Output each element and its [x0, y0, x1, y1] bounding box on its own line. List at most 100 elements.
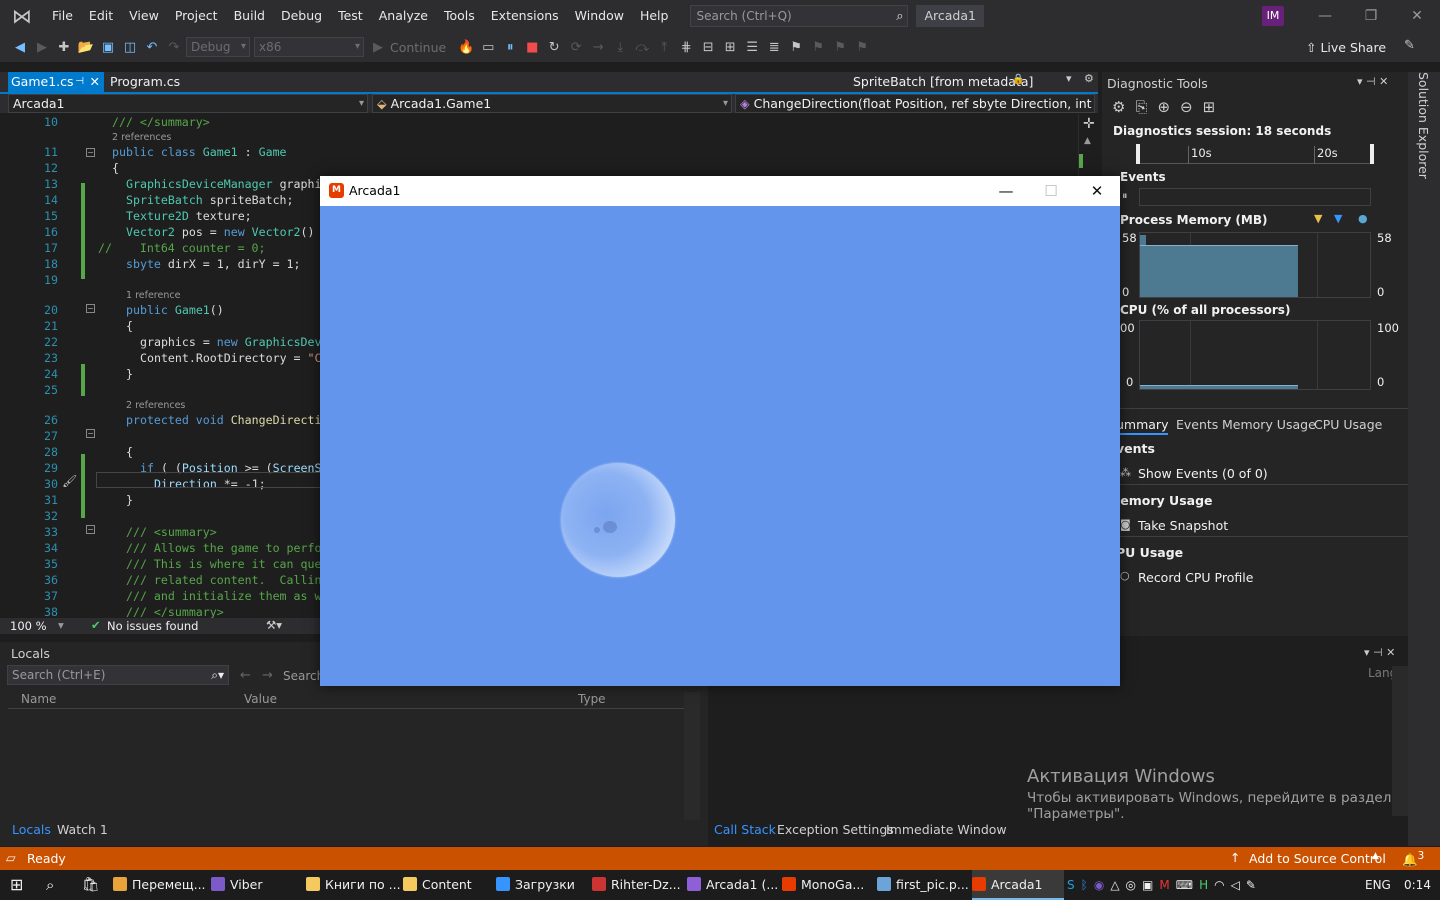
locals-search-input[interactable]: Search (Ctrl+E) ⌕▾ [7, 665, 229, 685]
export-icon[interactable]: ⎘ [1135, 98, 1157, 116]
clock[interactable]: 0:14 [1404, 870, 1431, 900]
zoom-out-icon[interactable]: ⊖ [1180, 98, 1203, 116]
taskbar-item[interactable]: Перемещ... [113, 870, 206, 900]
hot-reload-icon[interactable]: 🔥 [456, 40, 476, 55]
search-icon[interactable]: ⌕ [46, 870, 54, 900]
back-icon[interactable]: ◀ [10, 40, 30, 55]
pen-icon[interactable]: ✎ [1246, 878, 1262, 892]
taskbar-item[interactable]: MonoGa... [782, 870, 874, 900]
pause-icon[interactable]: ⏸ [1122, 189, 1128, 203]
bluetooth-icon[interactable]: ᛒ [1081, 878, 1094, 892]
screen-icon[interactable]: ▭ [478, 40, 498, 55]
tab-program[interactable]: Program.cs [110, 72, 180, 92]
tab-exception-settings[interactable]: Exception Settings [777, 822, 894, 837]
continue-button[interactable]: Continue [390, 40, 446, 55]
show-events-link[interactable]: Show Events (0 of 0) [1138, 466, 1268, 481]
menu-tools[interactable]: Tools [436, 0, 483, 32]
tab-spritebatch-metadata[interactable]: SpriteBatch [from metadata] [853, 72, 1034, 92]
taskbar-item[interactable]: Viber [211, 870, 303, 900]
fold-icon[interactable]: − [86, 148, 95, 157]
taskbar-item[interactable]: Rihter-Dz... [592, 870, 684, 900]
prev-bookmark-icon[interactable]: ⚑ [808, 40, 828, 55]
locals-scrollbar[interactable] [684, 692, 700, 820]
menu-test[interactable]: Test [330, 0, 371, 32]
menu-file[interactable]: File [44, 0, 81, 32]
member-dropdown[interactable]: ◈ ChangeDirection(float Position, ref sb… [735, 94, 1095, 113]
dropdown-icon[interactable]: ▲ [1372, 851, 1379, 861]
cleanup-icon[interactable]: ⚒▾ [266, 618, 282, 632]
solution-explorer-sidebar[interactable]: Solution Explorer [1408, 72, 1440, 846]
next-bookmark-icon[interactable]: ⚑ [830, 40, 850, 55]
solution-explorer-tab[interactable]: Solution Explorer [1416, 72, 1431, 179]
wifi-icon[interactable]: ◠ [1214, 878, 1230, 892]
bookmark-icon[interactable]: ⚑ [786, 40, 806, 55]
tab-summary[interactable]: ummary [1116, 417, 1169, 435]
step-out-icon[interactable]: ⤒ [654, 40, 674, 55]
continue-icon[interactable]: ▶ [368, 40, 388, 55]
search-icon[interactable]: ⌕ [896, 7, 903, 27]
code-lens-references[interactable]: 1 reference [126, 289, 180, 303]
platform-select[interactable]: x86 [254, 37, 364, 57]
code-line[interactable]: 11 public class Game1 : Game [8, 144, 1088, 160]
layout2-icon[interactable]: ⊞ [720, 40, 740, 55]
drive-icon[interactable]: △ [1110, 878, 1125, 892]
fold-icon[interactable]: − [86, 525, 95, 534]
settings-icon[interactable]: ⚙ [1084, 72, 1094, 85]
class-dropdown[interactable]: ⬙ Arcada1.Game1 ▾ [372, 94, 732, 113]
chrome-icon[interactable]: ◎ [1126, 878, 1142, 892]
column-value[interactable]: Value [244, 692, 277, 706]
skype-icon[interactable]: S [1067, 878, 1081, 892]
taskbar-item[interactable]: Книги по ... [306, 870, 401, 900]
uncomment-icon[interactable]: ≣ [764, 40, 784, 55]
search-depth[interactable]: Search [283, 669, 324, 683]
split-icon[interactable]: ✛ [1083, 116, 1095, 132]
code-lens-references[interactable]: 2 references [126, 399, 185, 413]
menu-extensions[interactable]: Extensions [483, 0, 567, 32]
stop-icon[interactable]: ■ [522, 40, 542, 55]
hot-restart-icon[interactable]: ⟳ [566, 40, 586, 55]
zoom-dropdown-icon[interactable]: ▾ [58, 618, 64, 632]
tab-memory-usage[interactable]: Memory Usage [1222, 417, 1316, 432]
project-dropdown[interactable]: Arcada1 ▾ [8, 94, 368, 113]
settings-icon[interactable]: ⚙ [1112, 98, 1135, 116]
tab-watch[interactable]: Watch 1 [57, 822, 108, 837]
events-track[interactable] [1139, 188, 1371, 206]
tab-immediate-window[interactable]: Immediate Window [886, 822, 1007, 837]
menu-help[interactable]: Help [632, 0, 677, 32]
code-line[interactable]: 12 { [8, 160, 1088, 176]
back-icon[interactable]: ← [240, 668, 251, 683]
tab-events[interactable]: Events [1176, 417, 1218, 432]
tab-locals[interactable]: Locals [12, 822, 51, 837]
timeline-ruler[interactable]: 10s 20s [1136, 144, 1374, 164]
menu-debug[interactable]: Debug [273, 0, 330, 32]
panel-menu-icon[interactable]: ▾ ⊣ ✕ [1357, 75, 1388, 88]
clear-bookmarks-icon[interactable]: ⚑ [852, 40, 872, 55]
cpu-chart[interactable] [1139, 320, 1371, 390]
record-cpu-profile-button[interactable]: Record CPU Profile [1138, 570, 1253, 585]
viber-icon[interactable]: ◉ [1094, 878, 1110, 892]
save-icon[interactable]: ▣ [98, 40, 118, 55]
taskbar-item[interactable]: Загрузки [496, 870, 588, 900]
pin-icon[interactable]: ⊣ [75, 72, 84, 92]
add-to-source-control-button[interactable]: Add to Source Control [1249, 851, 1386, 866]
language-indicator[interactable]: ENG [1365, 870, 1391, 900]
taskbar-item[interactable]: Arcada1 [972, 870, 1064, 900]
menu-build[interactable]: Build [226, 0, 273, 32]
reset-zoom-icon[interactable]: ⊞ [1203, 98, 1226, 116]
restore-icon[interactable]: ❐ [1348, 0, 1394, 32]
scroll-up-icon[interactable]: ▲ [1084, 136, 1091, 146]
open-file-icon[interactable]: 📂 [76, 40, 96, 55]
code-line[interactable]: 10 /// </summary> [8, 114, 1088, 130]
quick-action-icon[interactable]: 🖌 [62, 474, 77, 488]
close-icon[interactable]: ✕ [1394, 0, 1440, 32]
keyboard-icon[interactable]: ⌨ [1176, 878, 1199, 892]
take-snapshot-button[interactable]: Take Snapshot [1138, 518, 1228, 533]
menu-window[interactable]: Window [567, 0, 632, 32]
layout-icon[interactable]: ⊟ [698, 40, 718, 55]
search-input[interactable]: Search (Ctrl+Q) ⌕ [690, 5, 909, 27]
column-name[interactable]: Name [21, 692, 56, 706]
code-lens-references[interactable]: 2 references [112, 131, 171, 145]
new-project-icon[interactable]: ✚ [54, 40, 74, 55]
restart-icon[interactable]: ↻ [544, 40, 564, 55]
memory-chart[interactable] [1139, 232, 1371, 298]
